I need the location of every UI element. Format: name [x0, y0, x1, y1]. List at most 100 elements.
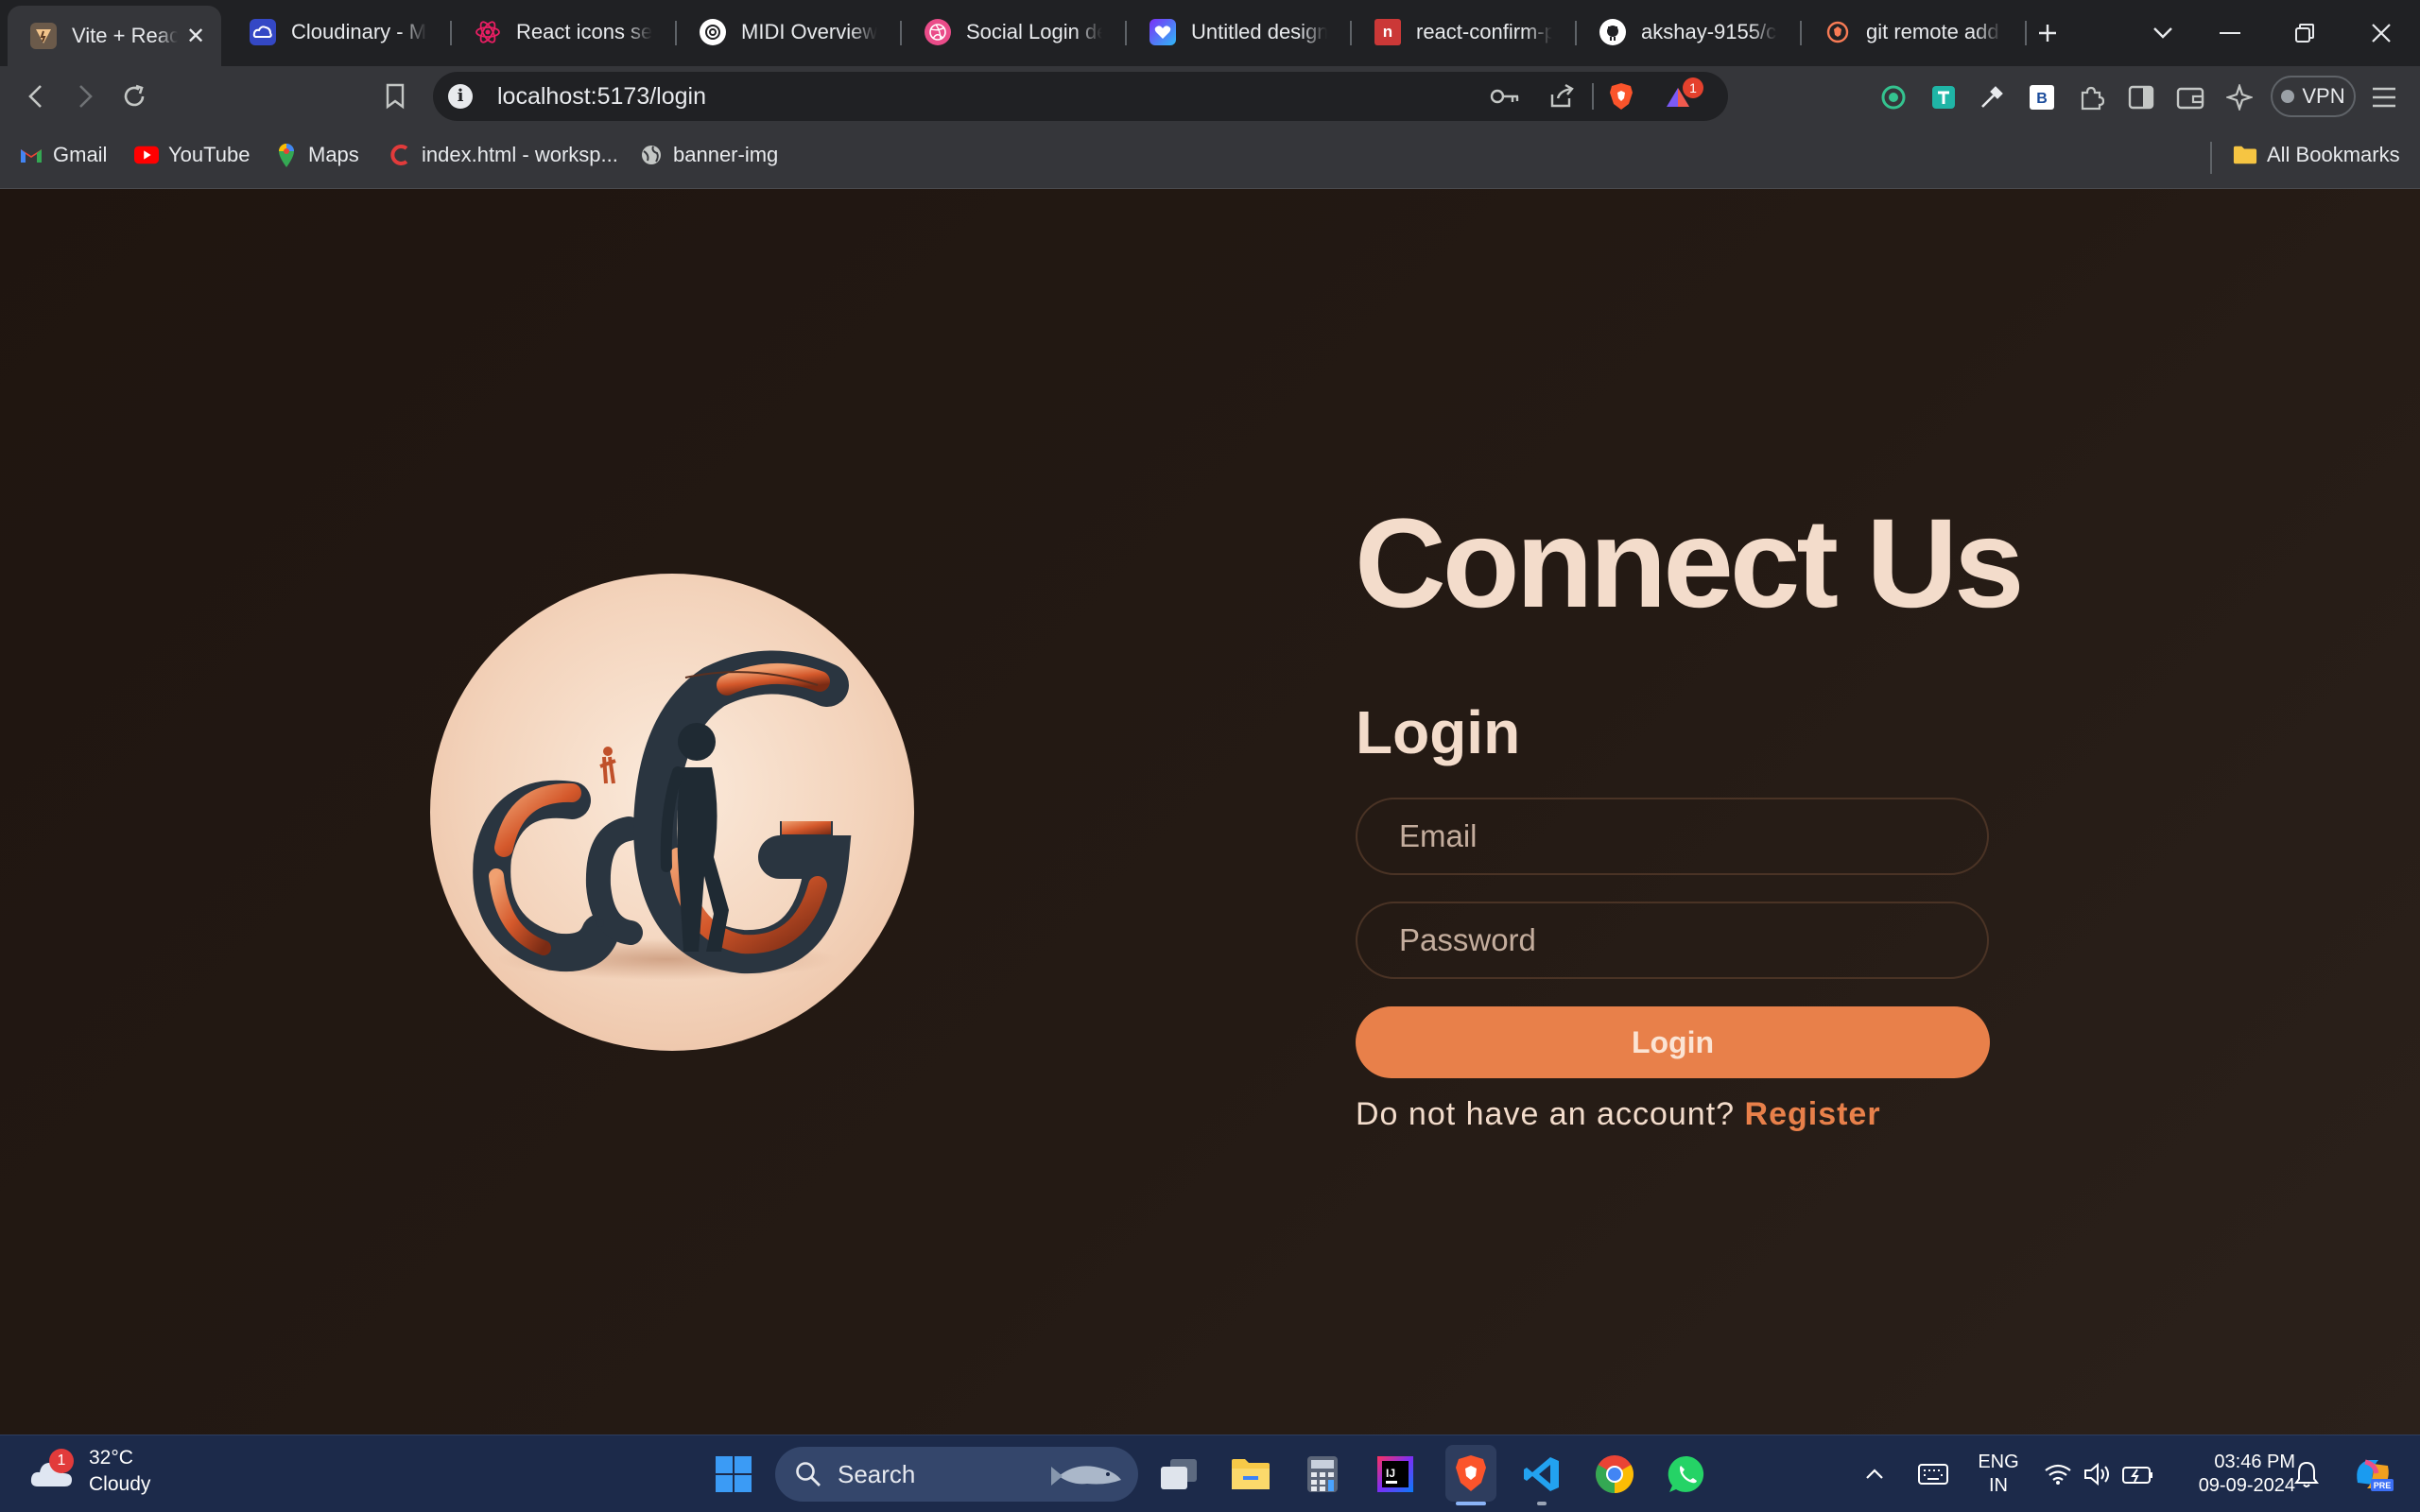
windows-taskbar: 1 32°C Cloudy Search IJ ENG IN 03:46 PM …	[0, 1435, 2420, 1512]
weather-widget[interactable]: 1 32°C Cloudy	[28, 1445, 150, 1498]
back-button[interactable]	[13, 74, 59, 119]
wallet-icon[interactable]	[2174, 81, 2206, 113]
vpn-label: VPN	[2302, 84, 2345, 108]
github-icon	[1599, 19, 1626, 45]
reload-button[interactable]	[112, 74, 157, 119]
taskbar-search[interactable]: Search	[775, 1447, 1138, 1502]
battery-icon[interactable]	[2119, 1451, 2157, 1498]
new-tab-button[interactable]	[2026, 11, 2069, 55]
keyboard-icon[interactable]	[1911, 1451, 1955, 1498]
bookmark-codesandbox[interactable]: index.html - worksp...	[388, 143, 618, 167]
site-info-icon[interactable]: i	[448, 84, 473, 109]
windows-start-icon[interactable]	[710, 1451, 757, 1498]
brave-search-icon	[1824, 19, 1851, 45]
chrome-icon[interactable]	[1591, 1451, 1638, 1498]
tab-strip: Vite + React ✕ Cloudinary - Ma React ico…	[0, 0, 2420, 66]
tab-midi-overview[interactable]: MIDI Overview a	[677, 5, 890, 60]
svg-text:B: B	[2036, 91, 2048, 107]
svg-text:IJ: IJ	[1386, 1467, 1395, 1480]
tab-title: akshay-9155/co	[1641, 20, 1777, 43]
key-icon[interactable]	[1486, 79, 1524, 113]
tab-react-confirm[interactable]: n react-confirm-p	[1352, 5, 1565, 60]
extension-b-icon[interactable]: B	[2026, 81, 2058, 113]
tab-react-icons[interactable]: React icons sear	[452, 5, 666, 60]
close-tab-icon[interactable]: ✕	[183, 23, 208, 50]
clock-date: 09-09-2024	[2198, 1475, 2295, 1496]
tab-vite-react[interactable]: Vite + React ✕	[8, 6, 221, 66]
bookmark-label: index.html - worksp...	[422, 143, 618, 166]
openai-icon	[700, 19, 726, 45]
wifi-icon[interactable]	[2039, 1451, 2077, 1498]
bookmark-label: Maps	[308, 143, 359, 166]
search-icon	[796, 1462, 821, 1486]
bookmark-page-icon[interactable]	[372, 74, 418, 119]
extension-ring-icon[interactable]	[1877, 81, 1910, 113]
clock[interactable]: 03:46 PM 09-09-2024	[2172, 1451, 2295, 1498]
brave-shields-icon[interactable]	[1602, 79, 1640, 113]
volume-icon[interactable]	[2079, 1451, 2117, 1498]
tab-git-remote[interactable]: git remote add c	[1802, 5, 2015, 60]
extensions-puzzle-icon[interactable]	[2075, 81, 2107, 113]
tab-cloudinary[interactable]: Cloudinary - Ma	[227, 5, 441, 60]
bookmark-banner-img[interactable]: banner-img	[639, 143, 778, 167]
address-bar[interactable]: i localhost:5173/login 1	[433, 72, 1728, 121]
bookmark-label: All Bookmarks	[2267, 143, 2400, 166]
show-hidden-icons-chevron[interactable]	[1858, 1451, 1892, 1498]
weather-condition: Cloudy	[89, 1473, 151, 1495]
browser-toolbar: i localhost:5173/login 1 B VPN	[0, 66, 2420, 127]
npm-icon: n	[1374, 19, 1401, 45]
bookmark-maps[interactable]: Maps	[274, 143, 359, 167]
whatsapp-icon[interactable]	[1664, 1451, 1711, 1498]
leo-ai-icon[interactable]	[2223, 81, 2256, 113]
bookmark-gmail[interactable]: Gmail	[19, 143, 107, 167]
login-title: Login	[1356, 698, 1521, 766]
brave-browser-icon[interactable]	[1445, 1445, 1496, 1502]
notification-bell-icon[interactable]	[2286, 1451, 2327, 1498]
vscode-icon[interactable]	[1518, 1451, 1565, 1498]
sidebar-toggle-icon[interactable]	[2125, 81, 2157, 113]
tab-social-login[interactable]: Social Login des	[902, 5, 1115, 60]
restore-button[interactable]	[2283, 11, 2326, 55]
color-picker-icon[interactable]	[1976, 81, 2008, 113]
calculator-icon[interactable]	[1299, 1451, 1346, 1498]
bookmark-youtube[interactable]: YouTube	[134, 143, 250, 167]
active-app-indicator	[1456, 1502, 1486, 1505]
tab-untitled-design[interactable]: Untitled design	[1127, 5, 1340, 60]
canva-heart-icon	[1150, 19, 1176, 45]
search-highlight-fish-icon	[1051, 1466, 1121, 1486]
login-page: Connect Us Login Login Do not have an ac…	[0, 189, 2420, 1435]
vpn-button[interactable]: VPN	[2271, 76, 2356, 117]
menu-hamburger-icon[interactable]	[2368, 81, 2400, 113]
address-url[interactable]: localhost:5173/login	[497, 83, 706, 111]
tab-title: git remote add c	[1866, 20, 2002, 43]
cloud-icon: 1	[28, 1449, 76, 1490]
tab-title: MIDI Overview a	[741, 20, 877, 43]
youtube-icon	[134, 143, 159, 167]
bookmarks-divider	[2210, 142, 2212, 174]
weather-temp: 32°C	[89, 1447, 133, 1469]
extension-t-icon[interactable]	[1927, 81, 1960, 113]
password-input[interactable]	[1356, 902, 1989, 979]
register-link[interactable]: Register	[1745, 1096, 1881, 1132]
login-button[interactable]: Login	[1356, 1006, 1990, 1078]
tab-title: Untitled design	[1191, 20, 1327, 43]
close-window-button[interactable]	[2360, 11, 2403, 55]
task-view-icon[interactable]	[1155, 1451, 1202, 1498]
brave-rewards-icon[interactable]: 1	[1662, 77, 1703, 113]
minimize-button[interactable]	[2208, 11, 2252, 55]
all-bookmarks-folder[interactable]: All Bookmarks	[2233, 143, 2400, 167]
rewards-badge: 1	[1683, 77, 1703, 98]
forward-button[interactable]	[62, 74, 108, 119]
register-prompt: Do not have an account?	[1356, 1096, 1736, 1132]
email-input[interactable]	[1356, 798, 1989, 875]
react-icon	[475, 19, 501, 45]
file-explorer-icon[interactable]	[1227, 1451, 1274, 1498]
cloudinary-icon	[250, 19, 276, 45]
language-indicator[interactable]: ENG IN	[1970, 1451, 2027, 1498]
intellij-idea-icon[interactable]: IJ	[1372, 1451, 1419, 1498]
tab-search-chevron-icon[interactable]	[2141, 11, 2185, 55]
copilot-icon[interactable]: PRE	[2344, 1451, 2401, 1498]
share-icon[interactable]	[1543, 79, 1581, 113]
tab-github[interactable]: akshay-9155/co	[1577, 5, 1790, 60]
bookmark-label: banner-img	[673, 143, 779, 166]
